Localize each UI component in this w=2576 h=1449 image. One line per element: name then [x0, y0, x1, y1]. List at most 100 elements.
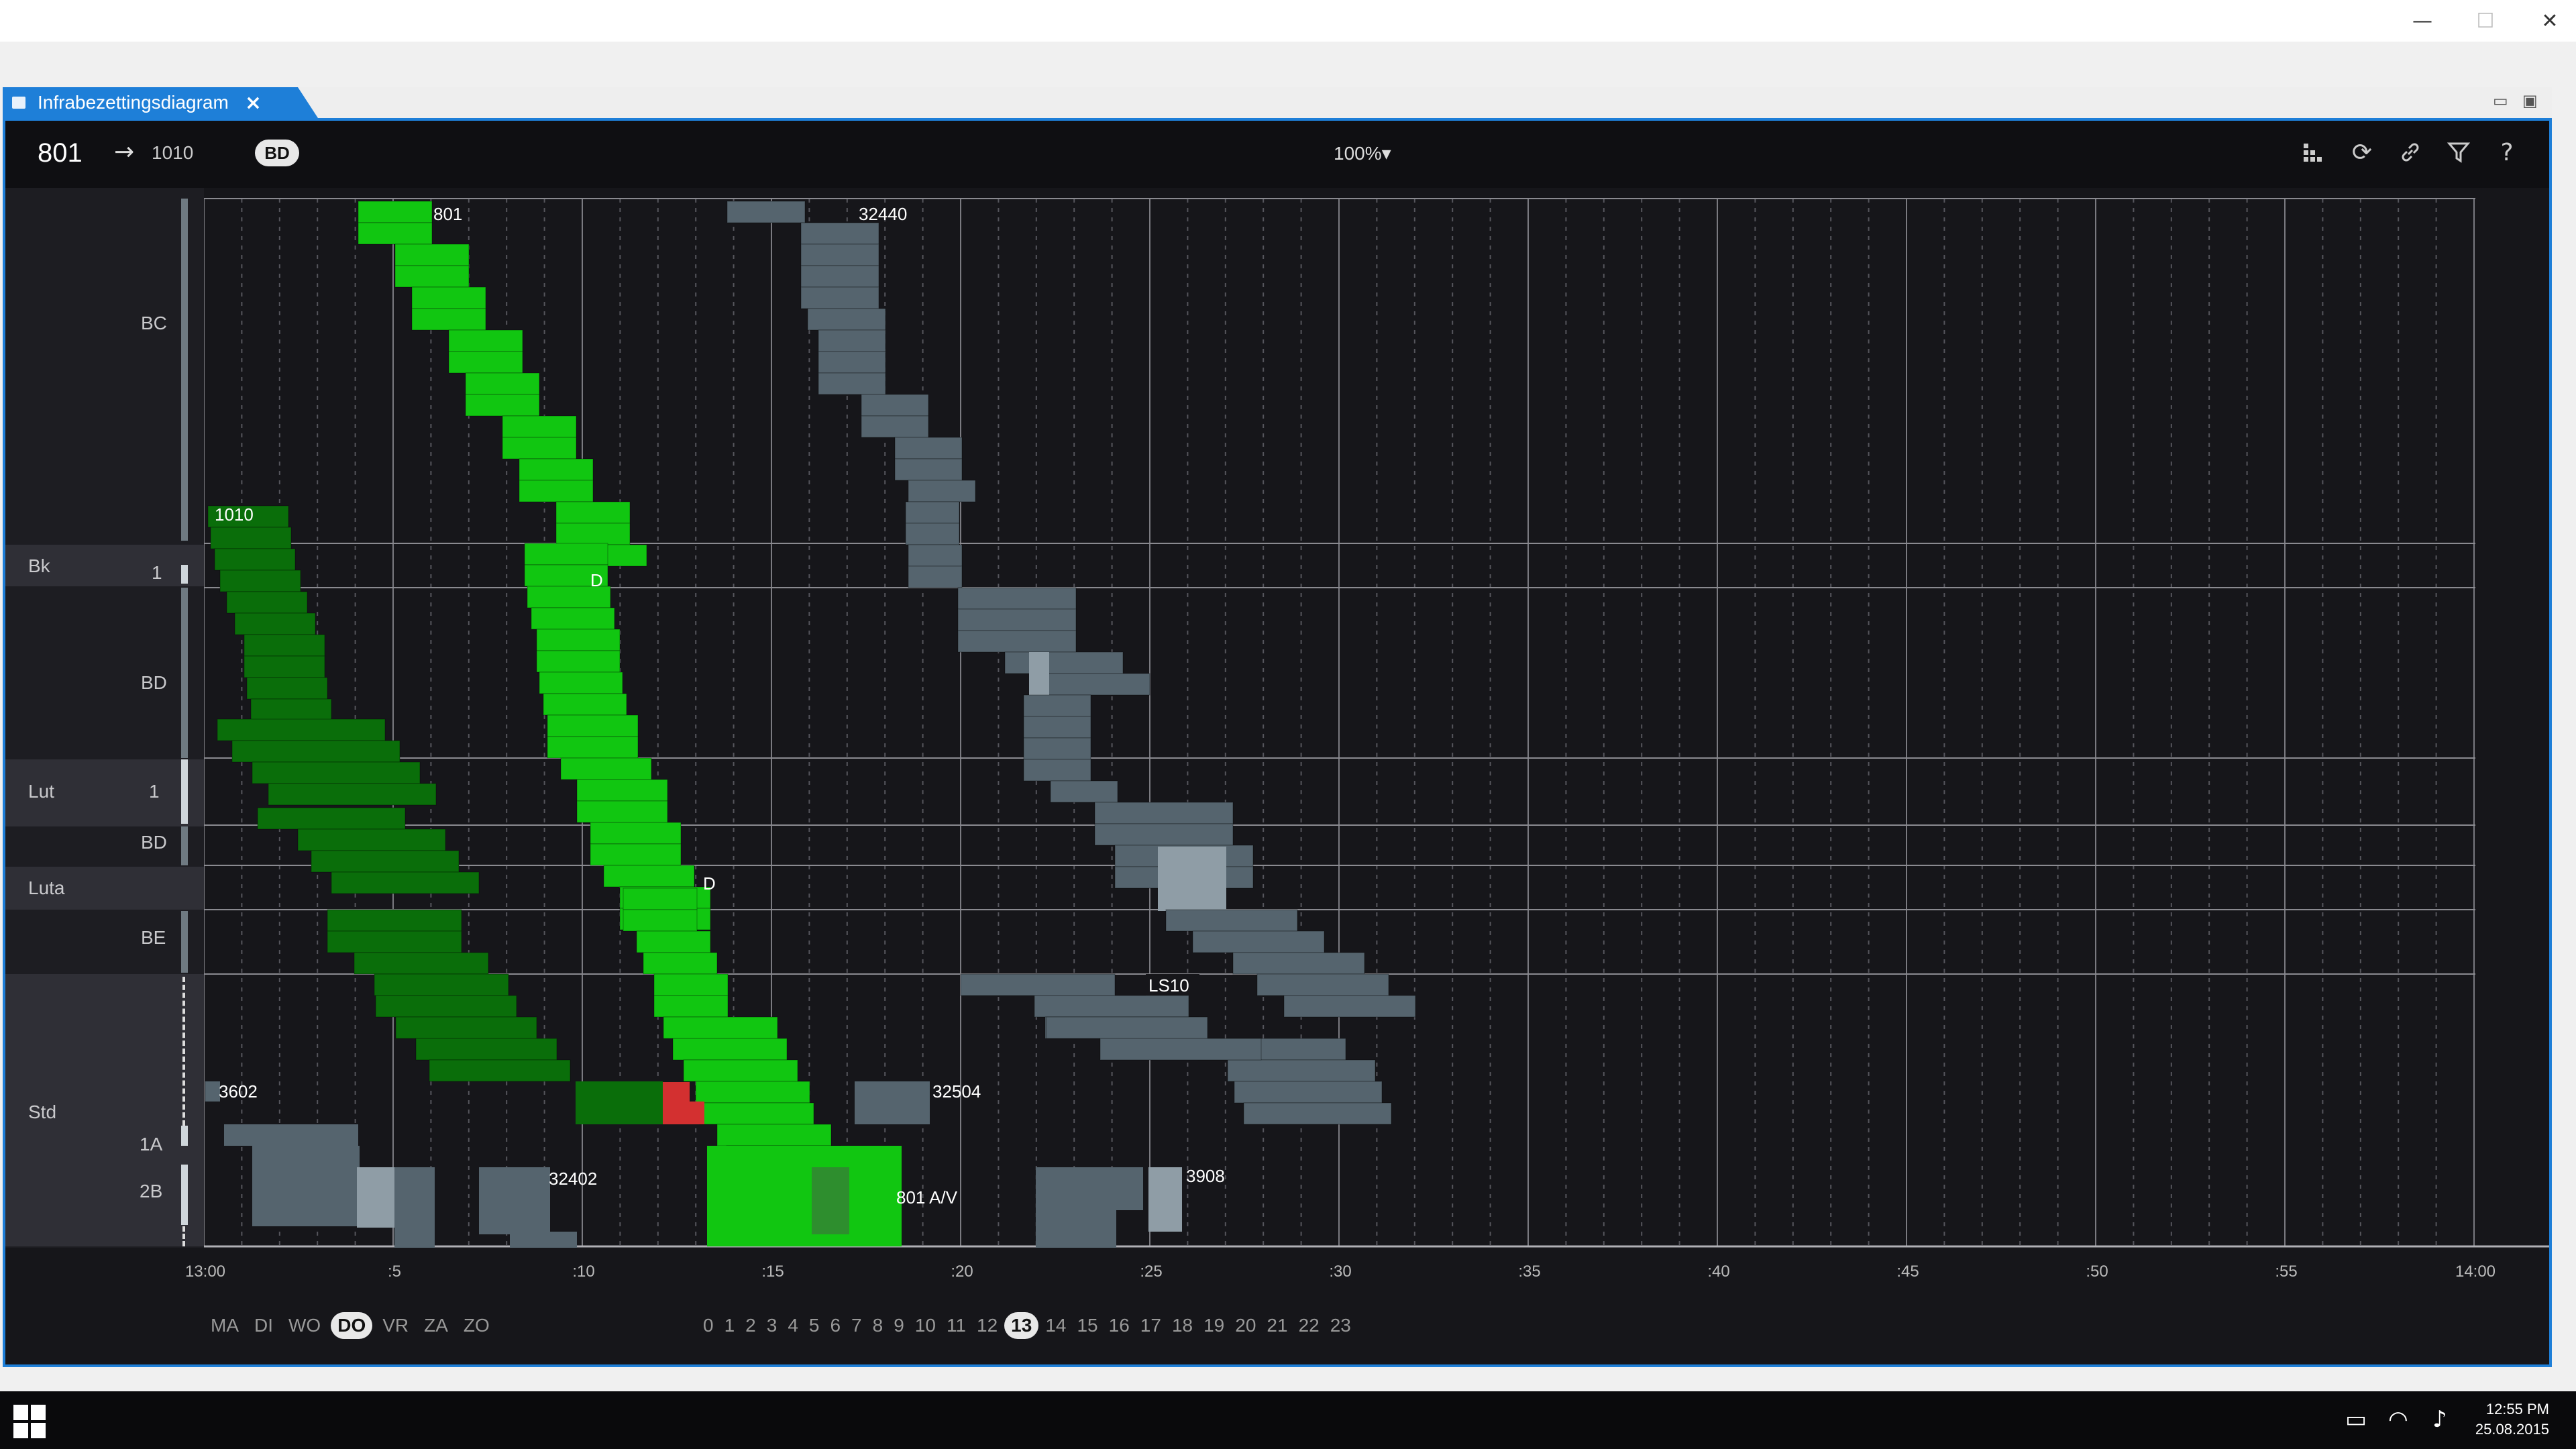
- track-bk-1: 1: [152, 562, 162, 583]
- hour-option[interactable]: 4: [788, 1312, 798, 1339]
- hour-option[interactable]: 22: [1299, 1312, 1320, 1339]
- train-32440-block: [800, 244, 879, 266]
- train-801-block: [716, 1124, 832, 1146]
- label-departure-d: D: [590, 570, 603, 590]
- hour-option[interactable]: 23: [1330, 1312, 1351, 1339]
- day-option[interactable]: DI: [254, 1312, 273, 1339]
- minimize-button[interactable]: —: [2392, 0, 2453, 42]
- train-1010-block: [327, 930, 462, 953]
- help-icon[interactable]: ?: [2490, 136, 2524, 169]
- hour-option[interactable]: 6: [830, 1312, 841, 1339]
- destination-train[interactable]: 1010: [152, 142, 193, 164]
- hour-option[interactable]: 7: [851, 1312, 862, 1339]
- hour-option[interactable]: 9: [894, 1312, 904, 1339]
- train-1010-block: [576, 1081, 663, 1124]
- label-departure-d: D: [703, 873, 716, 894]
- train-801-block: [653, 973, 729, 996]
- day-option[interactable]: ZA: [424, 1312, 448, 1339]
- view-maximize-icon[interactable]: ▣: [2522, 91, 2538, 110]
- train-32440-block: [1023, 759, 1091, 782]
- time-tick-label: :35: [1518, 1263, 1541, 1281]
- label-train-32440: 32440: [859, 204, 907, 224]
- hour-option[interactable]: 18: [1172, 1312, 1193, 1339]
- day-option[interactable]: ZO: [464, 1312, 490, 1339]
- train-801-block: [653, 995, 729, 1018]
- train-801-block: [465, 372, 540, 395]
- train-1010-block: [354, 952, 489, 975]
- train-801-block: [683, 1059, 798, 1082]
- location-badge[interactable]: BD: [255, 140, 299, 166]
- volume-icon[interactable]: ♪: [2432, 1406, 2447, 1433]
- day-option[interactable]: MA: [211, 1312, 239, 1339]
- train-801-block: [502, 437, 577, 460]
- occupation-chart[interactable]: 801 32440 1010 D D LS10 3602 32504 32402 3908 801 …: [204, 188, 2549, 1248]
- hour-option[interactable]: 3: [767, 1312, 777, 1339]
- train-32440-block: [905, 501, 960, 524]
- train-32440-block: [1192, 930, 1325, 953]
- train-801-block: [576, 779, 668, 802]
- hour-option[interactable]: 11: [947, 1312, 966, 1339]
- train-32440-block: [800, 286, 879, 309]
- time-tick-label: :55: [2275, 1263, 2298, 1281]
- train-801-block: [394, 265, 470, 288]
- filter-icon[interactable]: [2442, 136, 2475, 169]
- close-button[interactable]: ✕: [2520, 0, 2576, 42]
- train-1010-block: [327, 909, 462, 932]
- hour-option[interactable]: 8: [873, 1312, 883, 1339]
- time-tick-label: :25: [1140, 1263, 1163, 1281]
- hour-option[interactable]: 5: [809, 1312, 820, 1339]
- zoom-dropdown[interactable]: 100%▾: [1334, 142, 1391, 164]
- hour-option[interactable]: 21: [1267, 1312, 1287, 1339]
- train-3908-block: [1036, 1167, 1143, 1210]
- notification-icon[interactable]: ▭: [2345, 1406, 2367, 1433]
- label-train-1010: 1010: [215, 504, 254, 525]
- hour-option[interactable]: 12: [977, 1312, 998, 1339]
- train-32440-block: [957, 587, 1077, 610]
- hour-option[interactable]: 20: [1235, 1312, 1256, 1339]
- hour-option[interactable]: 19: [1203, 1312, 1224, 1339]
- time-tick-label: :30: [1329, 1263, 1352, 1281]
- day-option[interactable]: VR: [382, 1312, 409, 1339]
- label-train-801: 801: [433, 204, 462, 224]
- hour-option[interactable]: 0: [703, 1312, 714, 1339]
- refresh-icon[interactable]: ⟳: [2345, 136, 2379, 169]
- label-train-LS10: LS10: [1148, 975, 1189, 996]
- train-801-block: [590, 822, 682, 845]
- train-32440-block: [1234, 1081, 1383, 1104]
- layout-icon[interactable]: [2297, 136, 2330, 169]
- hour-option[interactable]: 15: [1077, 1312, 1097, 1339]
- link-icon[interactable]: [2394, 136, 2427, 169]
- hour-option[interactable]: 17: [1140, 1312, 1161, 1339]
- tab-close-icon[interactable]: ×: [245, 91, 262, 115]
- tab-title: Infrabezettingsdiagram: [38, 92, 229, 113]
- train-32440-block: [1256, 973, 1389, 996]
- train-801-block: [411, 286, 486, 309]
- hour-option[interactable]: 1: [724, 1312, 735, 1339]
- train-801-block: [623, 909, 698, 932]
- day-option[interactable]: DO: [331, 1312, 373, 1339]
- day-option[interactable]: WO: [288, 1312, 321, 1339]
- train-32440-block: [800, 222, 879, 245]
- tab-infrabezettingsdiagram[interactable]: Infrabezettingsdiagram ×: [3, 87, 318, 118]
- train-801-block: [536, 650, 621, 673]
- hour-option[interactable]: 2: [745, 1312, 756, 1339]
- label-train-32504: 32504: [932, 1081, 981, 1102]
- train-801-block: [707, 1146, 902, 1246]
- system-clock[interactable]: 12:55 PM 25.08.2015: [2475, 1399, 2549, 1440]
- hour-option[interactable]: 14: [1045, 1312, 1066, 1339]
- train-number[interactable]: 801: [38, 138, 83, 168]
- view-minimize-icon[interactable]: ▭: [2493, 91, 2508, 110]
- train-1010-block: [244, 655, 325, 678]
- train-1010-block: [252, 761, 421, 784]
- train-801-block: [531, 607, 615, 630]
- train-32440-block: [818, 372, 886, 395]
- windows-start-icon[interactable]: [13, 1405, 47, 1438]
- wifi-icon[interactable]: ◠: [2388, 1406, 2408, 1433]
- hour-option[interactable]: 13: [1004, 1312, 1039, 1339]
- maximize-button[interactable]: ☐: [2455, 0, 2516, 42]
- clock-time: 12:55 PM: [2485, 1401, 2549, 1417]
- train-801-block: [547, 736, 639, 759]
- hour-option[interactable]: 10: [915, 1312, 936, 1339]
- hour-option[interactable]: 16: [1109, 1312, 1130, 1339]
- train-3602-block: [252, 1146, 360, 1226]
